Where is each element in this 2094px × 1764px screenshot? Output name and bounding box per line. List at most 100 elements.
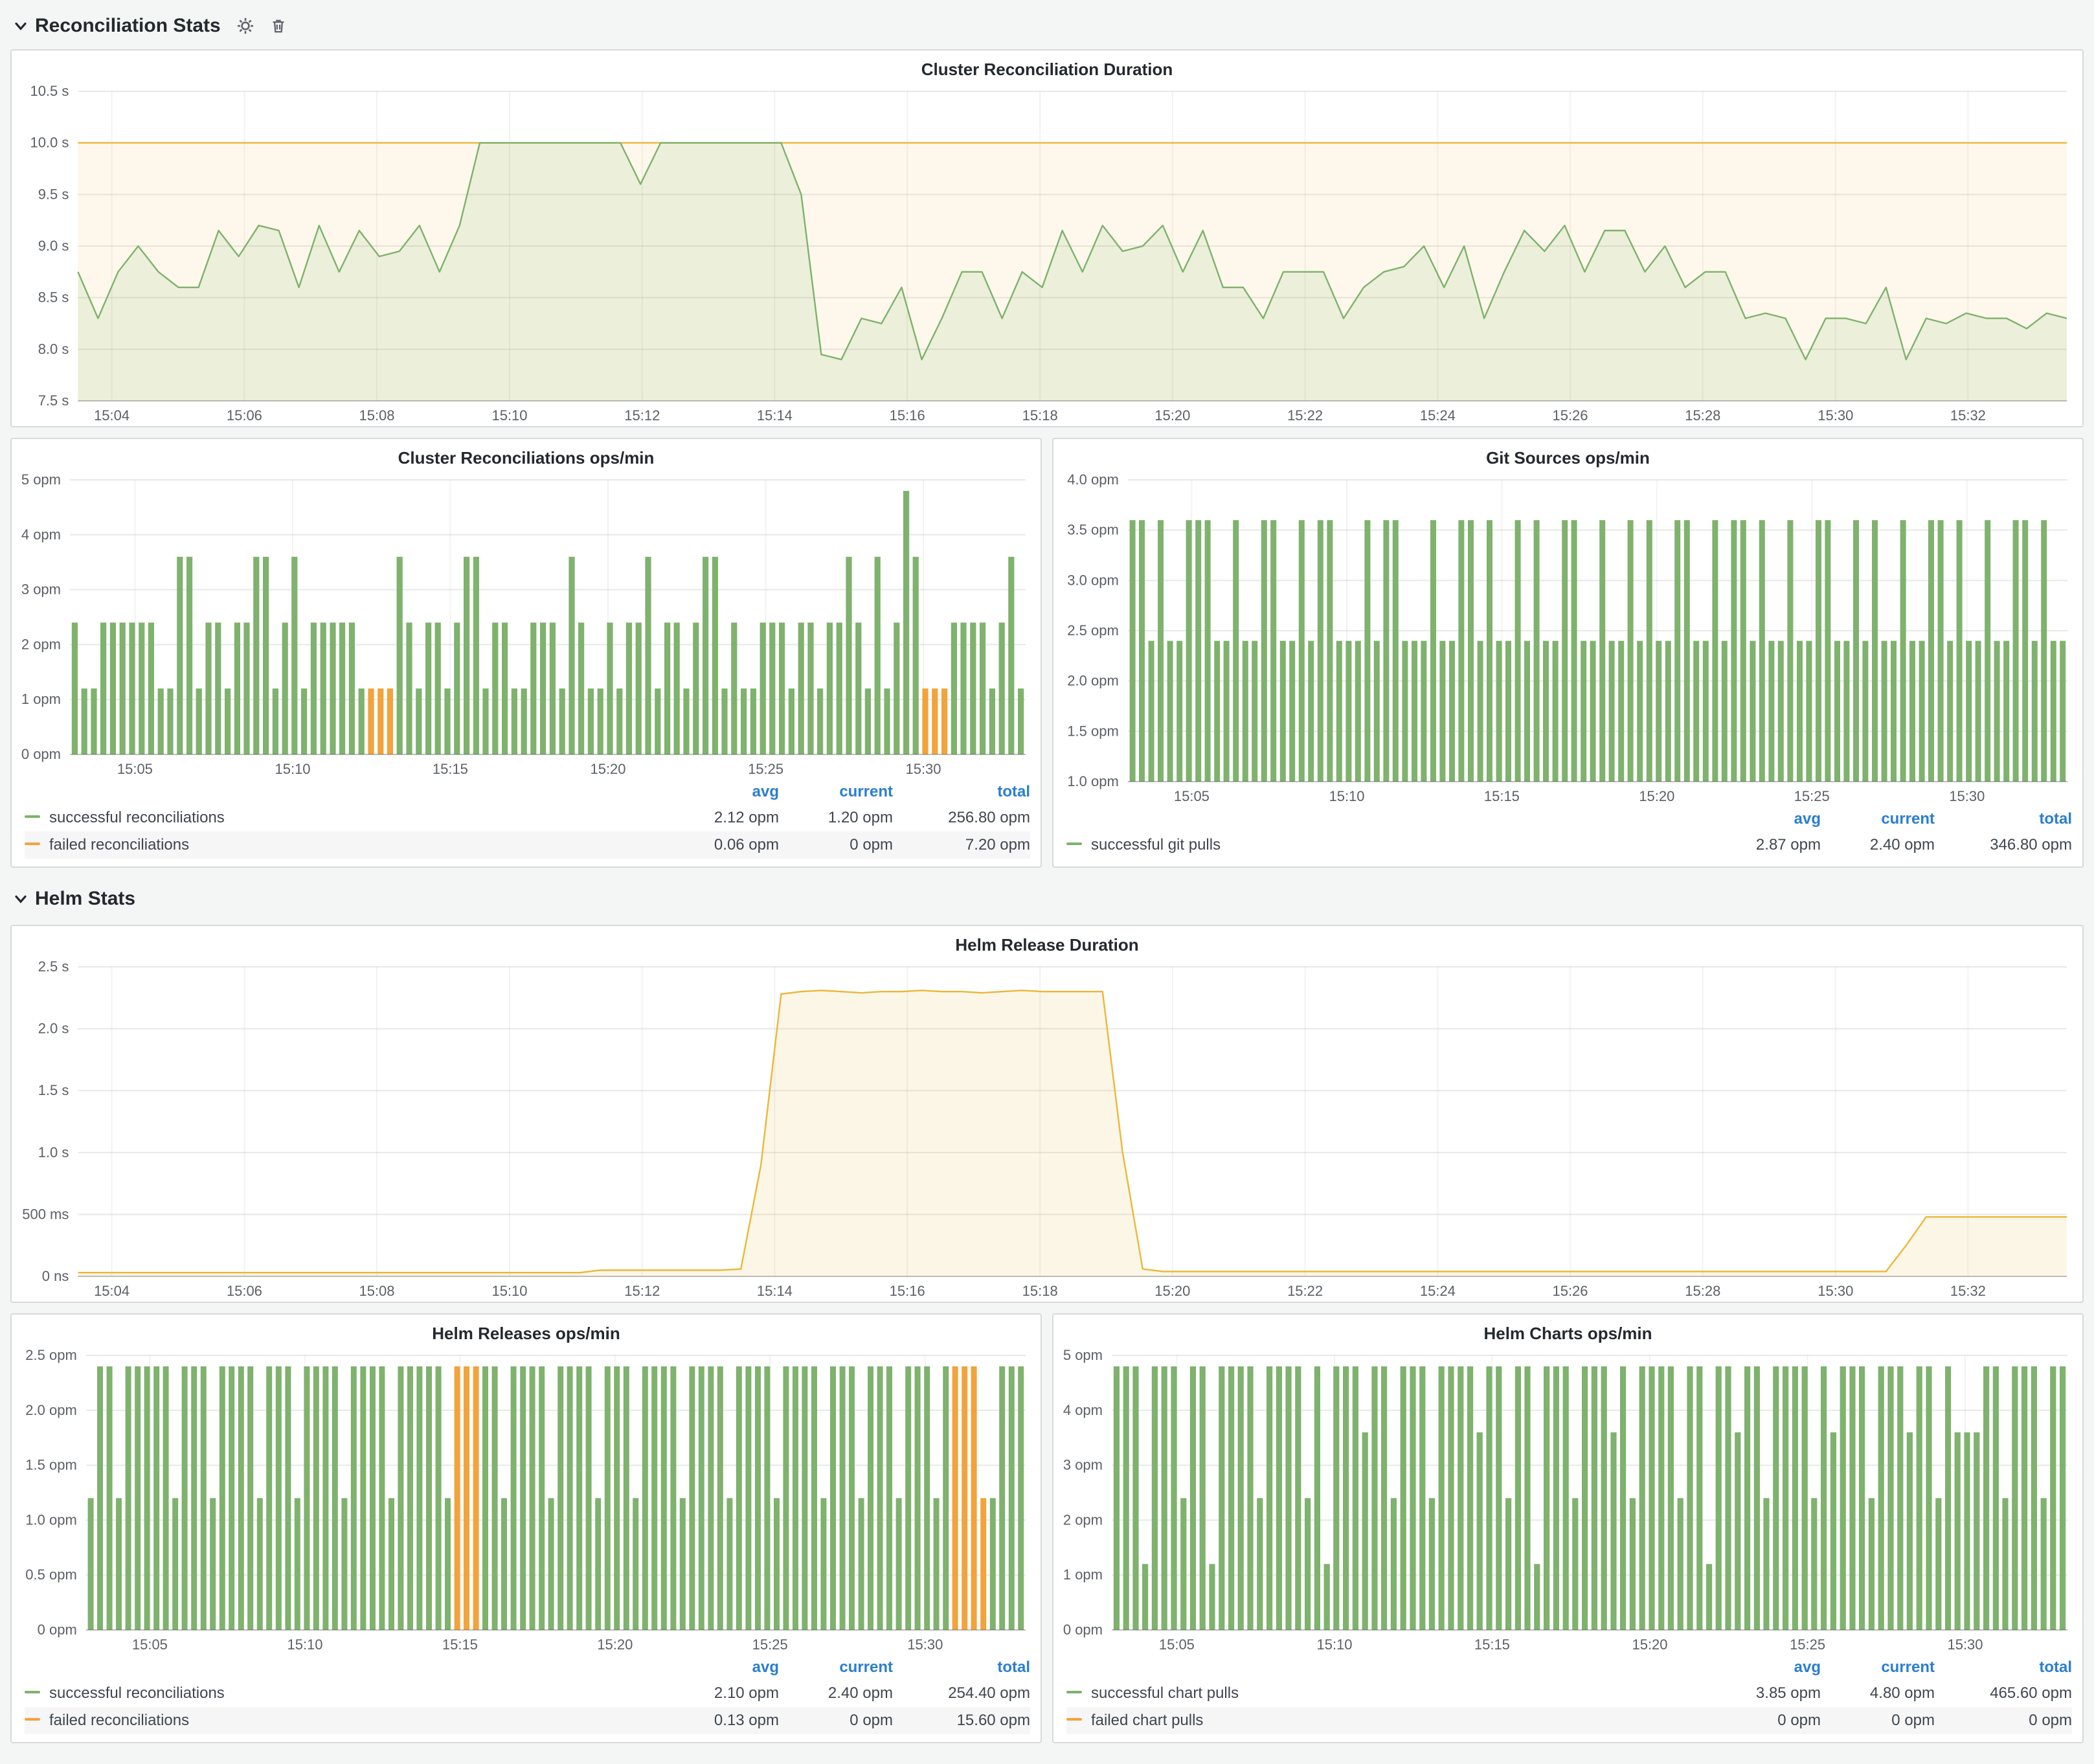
legend-col-current[interactable]: current — [1821, 1658, 1935, 1677]
svg-text:15:05: 15:05 — [117, 761, 153, 777]
legend-col-avg[interactable]: avg — [665, 783, 779, 801]
legend-col-total[interactable]: total — [893, 783, 1030, 801]
svg-text:15:12: 15:12 — [624, 1283, 660, 1299]
legend-series-label[interactable]: failed reconciliations — [25, 1712, 665, 1730]
section-title-helm-stats[interactable]: Helm Stats — [35, 888, 135, 910]
svg-text:15:28: 15:28 — [1685, 1283, 1720, 1299]
legend-col-avg[interactable]: avg — [665, 1658, 779, 1677]
chart-cluster-reconciliations-opm[interactable]: 5 opm4 opm3 opm2 opm1 opm0 opm15:0515:10… — [12, 471, 1041, 780]
chart-helm-charts-opm[interactable]: 5 opm4 opm3 opm2 opm1 opm0 opm15:0515:10… — [1053, 1346, 2082, 1655]
svg-text:15:05: 15:05 — [1174, 788, 1210, 804]
legend-col-total[interactable]: total — [893, 1658, 1030, 1677]
svg-text:1.5 s: 1.5 s — [38, 1082, 69, 1098]
svg-text:15:05: 15:05 — [1159, 1636, 1195, 1653]
svg-text:15:15: 15:15 — [433, 761, 468, 777]
panel-title[interactable]: Cluster Reconciliations ops/min — [12, 439, 1041, 471]
panel-title[interactable]: Git Sources ops/min — [1053, 439, 2082, 471]
legend-total-value: 465.60 opm — [1935, 1684, 2072, 1702]
panel-row-reconciliation: Cluster Reconciliations ops/min 5 opm4 o… — [10, 438, 2084, 868]
svg-text:15:04: 15:04 — [94, 407, 129, 424]
svg-text:15:08: 15:08 — [359, 1283, 394, 1299]
legend-series-label[interactable]: successful chart pulls — [1066, 1684, 1707, 1702]
svg-text:15:24: 15:24 — [1420, 407, 1456, 424]
svg-text:15:15: 15:15 — [1484, 788, 1520, 804]
svg-text:3.0 opm: 3.0 opm — [1067, 572, 1119, 588]
panel-cluster-reconciliations-opm: Cluster Reconciliations ops/min 5 opm4 o… — [10, 438, 1042, 868]
trash-icon[interactable] — [270, 17, 287, 35]
svg-text:15:30: 15:30 — [1818, 1283, 1853, 1299]
svg-text:15:10: 15:10 — [491, 407, 527, 424]
chart-git-sources-opm[interactable]: 4.0 opm3.5 opm3.0 opm2.5 opm2.0 opm1.5 o… — [1053, 471, 2082, 807]
panel-title[interactable]: Helm Release Duration — [12, 926, 2082, 958]
legend-col-total[interactable]: total — [1935, 1658, 2072, 1677]
svg-text:2.5 opm: 2.5 opm — [25, 1347, 77, 1363]
chart-helm-releases-opm[interactable]: 2.5 opm2.0 opm1.5 opm1.0 opm0.5 opm0 opm… — [12, 1346, 1041, 1655]
svg-text:8.5 s: 8.5 s — [38, 289, 69, 306]
svg-text:15:18: 15:18 — [1022, 1283, 1058, 1299]
grafana-dashboard: Reconciliation Stats Cluster Reconciliat… — [0, 0, 2094, 1764]
legend-series-label[interactable]: successful reconciliations — [25, 809, 665, 827]
panel-git-sources-opm: Git Sources ops/min 4.0 opm3.5 opm3.0 op… — [1052, 438, 2084, 868]
gear-icon[interactable] — [236, 17, 254, 35]
panel-title[interactable]: Cluster Reconciliation Duration — [12, 51, 2082, 82]
legend-series-label[interactable]: successful git pulls — [1066, 836, 1707, 854]
legend-series-label[interactable]: failed chart pulls — [1066, 1712, 1707, 1730]
svg-text:15:18: 15:18 — [1022, 407, 1058, 424]
svg-text:15:08: 15:08 — [359, 407, 394, 424]
legend-header-row: avg current total — [1066, 1655, 2072, 1680]
svg-text:15:04: 15:04 — [94, 1283, 129, 1299]
legend-current-value: 0 opm — [779, 836, 893, 854]
legend-col-current[interactable]: current — [779, 783, 893, 801]
svg-text:0.5 opm: 0.5 opm — [25, 1566, 77, 1583]
series-color-dash — [25, 1718, 40, 1721]
legend-current-value: 0 opm — [779, 1712, 893, 1730]
section-title-reconciliation-stats[interactable]: Reconciliation Stats — [35, 15, 221, 37]
svg-text:15:10: 15:10 — [287, 1636, 322, 1653]
legend-series-label[interactable]: successful reconciliations — [25, 1684, 665, 1702]
svg-text:10.0 s: 10.0 s — [30, 135, 69, 151]
chevron-down-icon[interactable] — [13, 18, 28, 34]
chevron-down-icon[interactable] — [13, 891, 28, 907]
svg-text:15:26: 15:26 — [1552, 1283, 1588, 1299]
chart-cluster-reconciliation-duration[interactable]: 10.5 s10.0 s9.5 s9.0 s8.5 s8.0 s7.5 s15:… — [12, 82, 2082, 426]
svg-text:15:25: 15:25 — [752, 1636, 788, 1653]
legend-current-value: 1.20 opm — [779, 809, 893, 827]
series-color-dash — [25, 815, 40, 818]
series-color-dash — [25, 1691, 40, 1693]
legend-row-successful-reconciliations: successful reconciliations 2.10 opm 2.40… — [25, 1680, 1030, 1707]
svg-text:2.0 s: 2.0 s — [38, 1021, 69, 1037]
legend-current-value: 2.40 opm — [779, 1684, 893, 1702]
legend-col-current[interactable]: current — [1821, 810, 1935, 828]
svg-text:15:22: 15:22 — [1287, 1283, 1323, 1299]
panel-helm-releases-opm: Helm Releases ops/min 2.5 opm2.0 opm1.5 … — [10, 1313, 1042, 1743]
panel-title[interactable]: Helm Charts ops/min — [1053, 1315, 2082, 1346]
legend-avg-value: 2.87 opm — [1707, 836, 1821, 854]
svg-text:2.5 opm: 2.5 opm — [1067, 622, 1119, 639]
panel-helm-charts-opm: Helm Charts ops/min 5 opm4 opm3 opm2 opm… — [1052, 1313, 2084, 1743]
legend-series-label[interactable]: failed reconciliations — [25, 836, 665, 854]
chart-helm-release-duration[interactable]: 2.5 s2.0 s1.5 s1.0 s500 ms0 ns15:0415:06… — [12, 958, 2082, 1302]
legend-col-current[interactable]: current — [779, 1658, 893, 1677]
svg-text:15:14: 15:14 — [757, 1283, 793, 1299]
svg-text:2 opm: 2 opm — [21, 636, 61, 652]
svg-text:1 opm: 1 opm — [21, 691, 61, 707]
svg-text:15:20: 15:20 — [1639, 788, 1674, 804]
svg-text:1.0 opm: 1.0 opm — [1067, 773, 1119, 789]
legend-row-successful-chart-pulls: successful chart pulls 3.85 opm 4.80 opm… — [1066, 1680, 2072, 1707]
svg-text:1 opm: 1 opm — [1063, 1566, 1103, 1583]
svg-text:15:14: 15:14 — [757, 407, 793, 424]
svg-text:0 ns: 0 ns — [42, 1268, 69, 1284]
svg-text:15:30: 15:30 — [1949, 788, 1985, 804]
legend-col-avg[interactable]: avg — [1707, 810, 1821, 828]
svg-text:15:12: 15:12 — [624, 407, 660, 424]
svg-text:15:32: 15:32 — [1950, 1283, 1986, 1299]
legend-col-total[interactable]: total — [1935, 810, 2072, 828]
legend-avg-value: 2.10 opm — [665, 1684, 779, 1702]
svg-text:15:10: 15:10 — [275, 761, 310, 777]
legend: avg current total successful git pulls 2… — [1053, 807, 2082, 866]
svg-text:15:20: 15:20 — [1154, 407, 1190, 424]
legend-col-avg[interactable]: avg — [1707, 1658, 1821, 1677]
panel-cluster-reconciliation-duration: Cluster Reconciliation Duration 10.5 s10… — [10, 49, 2084, 427]
panel-title[interactable]: Helm Releases ops/min — [12, 1315, 1041, 1346]
svg-text:15:26: 15:26 — [1552, 407, 1588, 424]
